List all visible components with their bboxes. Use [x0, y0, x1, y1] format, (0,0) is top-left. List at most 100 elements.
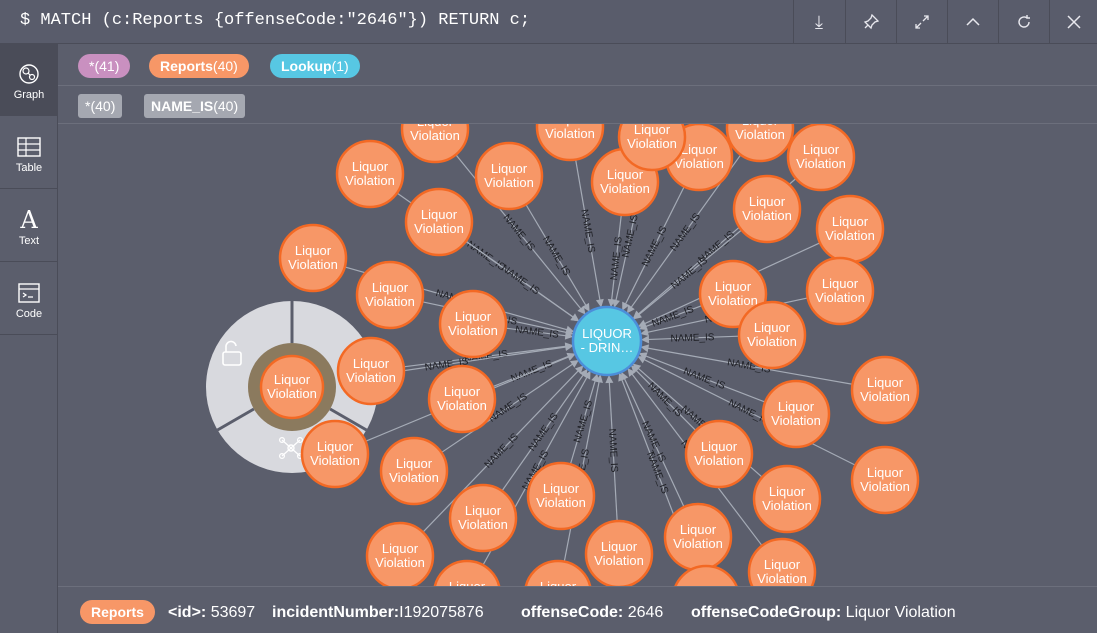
reports-node[interactable]: LiquorViolation [663, 502, 733, 572]
edge-label: NAME_IS [501, 212, 537, 253]
sidebar-item-label: Text [18, 234, 40, 247]
edge-arrowhead [569, 359, 579, 368]
label-pill-reports[interactable]: Reports(40) [149, 54, 249, 78]
reports-node[interactable]: LiquorViolation [747, 537, 817, 586]
reports-node[interactable]: LiquorViolation [761, 379, 831, 449]
node-caption: LIQUOR [582, 326, 632, 341]
node-caption: Violation [735, 127, 785, 142]
node-caption: Liquor [352, 159, 389, 174]
reports-node[interactable]: LiquorViolation [427, 364, 497, 434]
prop-id: <id>: 53697 [168, 604, 256, 621]
rerun-icon[interactable] [998, 0, 1049, 44]
reports-node[interactable]: LiquorViolation [850, 445, 920, 515]
sidebar-item-text[interactable]: A Text [0, 190, 58, 262]
node-caption: Violation [673, 536, 723, 551]
node-caption: Violation [825, 228, 875, 243]
rel-pill-all[interactable]: *(40) [78, 94, 123, 118]
query-result-frame: $ MATCH (c:Reports {offenseCode:"2646"})… [0, 0, 1097, 633]
prop-offense-code: offenseCode: 2646 [521, 604, 664, 621]
reports-node[interactable]: LiquorViolation [438, 289, 508, 359]
node-caption: Liquor [778, 399, 815, 414]
pin-icon[interactable] [845, 0, 896, 44]
node-caption: Violation [627, 136, 677, 151]
node-caption: Violation [815, 290, 865, 305]
sidebar-item-code[interactable]: Code [0, 263, 58, 335]
reports-node[interactable]: LiquorViolation [752, 464, 822, 534]
edge-label: NAME_IS [540, 234, 572, 278]
reports-node[interactable]: LiquorViolation [805, 256, 875, 326]
reports-node[interactable]: LiquorViolation [404, 187, 474, 257]
node-caption: Liquor [455, 309, 492, 324]
node-caption: Liquor [449, 579, 486, 586]
reports-node[interactable]: LiquorViolation [535, 124, 605, 162]
reports-node[interactable]: LiquorViolation [526, 461, 596, 531]
reports-node[interactable]: LiquorViolation [673, 564, 739, 586]
node-caption: Liquor [444, 384, 481, 399]
node-caption: Liquor [421, 207, 458, 222]
node-caption: Liquor [372, 280, 409, 295]
reports-node[interactable]: LiquorViolation [850, 355, 920, 425]
reports-node[interactable]: LiquorViolation [433, 559, 501, 586]
node-caption: Liquor [764, 557, 801, 572]
node-caption: - DRIN… [581, 340, 634, 355]
selected-reports-node[interactable]: LiquorViolation [259, 354, 325, 420]
reports-node[interactable]: LiquorViolation [815, 194, 885, 264]
node-caption: Violation [414, 221, 464, 236]
graph-svg[interactable]: NAME_IS NAME_ISNAME_IS NAME_IS NAME_IS NAME_… [58, 124, 1097, 586]
reports-node[interactable]: LiquorViolation [355, 260, 425, 330]
node-caption: Violation [410, 128, 460, 143]
edge-label: NAME_IS [682, 366, 727, 392]
node-caption: Liquor [749, 194, 786, 209]
sidebar-item-table[interactable]: Table [0, 117, 58, 189]
reports-node[interactable]: LiquorViolation [335, 139, 405, 209]
graph-canvas[interactable]: NAME_IS NAME_IS NAME_IS NAME_IS NAME_IS NAME_… [58, 124, 1097, 586]
lookup-node[interactable]: LIQUOR- DRIN… [571, 305, 643, 377]
reports-node[interactable]: LiquorViolation [737, 300, 807, 370]
reports-node[interactable]: LiquorViolation [725, 124, 795, 163]
reports-node[interactable]: LiquorViolation [448, 483, 518, 553]
node-caption: Violation [346, 370, 396, 385]
query-text[interactable]: $ MATCH (c:Reports {offenseCode:"2646"})… [20, 11, 530, 30]
node-caption: Liquor [540, 579, 577, 586]
edge-label: NAME_IS [668, 211, 703, 253]
rel-pill-name-is[interactable]: NAME_IS(40) [144, 94, 246, 118]
label-pill-all[interactable]: *(41) [78, 54, 131, 78]
close-icon[interactable] [1049, 0, 1097, 44]
reports-node[interactable]: LiquorViolation [732, 174, 802, 244]
node-caption: Liquor [491, 161, 528, 176]
node-caption: Violation [536, 495, 586, 510]
prop-offense-code-group: offenseCodeGroup: Liquor Violation [691, 604, 956, 621]
reports-node[interactable]: LiquorViolation [336, 336, 406, 406]
reports-node[interactable]: LiquorViolation [786, 124, 856, 192]
collapse-icon[interactable] [947, 0, 998, 44]
reports-node[interactable]: LiquorViolation [400, 124, 470, 164]
edge-label: NAME_IS [499, 263, 541, 298]
edge-label: NAME_IS [640, 224, 670, 268]
node-caption: Liquor [353, 356, 390, 371]
reports-node[interactable]: LiquorViolation [300, 419, 370, 489]
node-caption: Violation [600, 181, 650, 196]
edge-label: NAME_IS [483, 431, 522, 470]
reports-node[interactable]: LiquorViolation [684, 419, 754, 489]
edge-label: NAME_IS [650, 304, 695, 330]
reports-node[interactable]: LiquorViolation [278, 223, 348, 293]
node-caption: Violation [742, 208, 792, 223]
node-caption: Violation [365, 294, 415, 309]
node-caption: Liquor [681, 142, 718, 157]
label-pill-lookup[interactable]: Lookup(1) [270, 54, 360, 78]
edge-label: NAME_IS [606, 428, 619, 473]
node-caption: Liquor [822, 276, 859, 291]
node-caption: Violation [375, 555, 425, 570]
expand-icon[interactable] [896, 0, 947, 44]
reports-node[interactable]: LiquorViolation [524, 559, 592, 586]
sidebar-item-label: Code [15, 307, 43, 320]
reports-node[interactable]: LiquorViolation [584, 519, 654, 586]
text-icon: A [20, 205, 38, 234]
sidebar-item-graph[interactable]: Graph [0, 44, 58, 116]
reports-node[interactable]: LiquorViolation [365, 521, 435, 586]
download-icon[interactable]: ⤓ [793, 0, 844, 44]
edge-label: NAME_IS [621, 213, 641, 259]
reports-node[interactable]: LiquorViolation [474, 141, 544, 211]
selected-label-pill[interactable]: Reports [80, 600, 155, 624]
reports-node[interactable]: LiquorViolation [379, 436, 449, 506]
